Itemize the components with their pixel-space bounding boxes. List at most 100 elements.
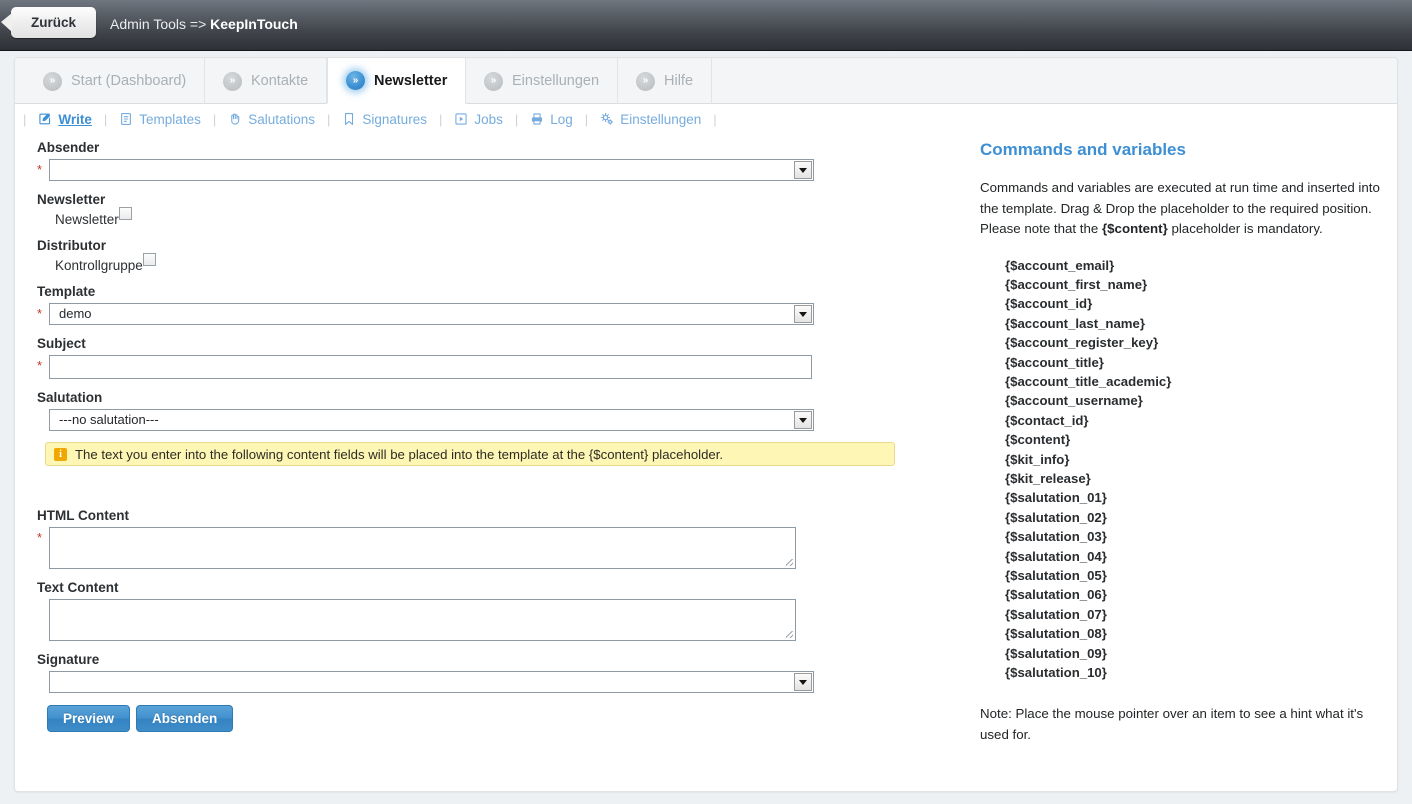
info-icon: i [54, 448, 67, 461]
submit-button[interactable]: Absenden [136, 705, 233, 732]
variable-item[interactable]: {$salutation_10} [1005, 663, 1380, 682]
play-box-icon [454, 112, 468, 126]
variable-item[interactable]: {$account_first_name} [1005, 275, 1380, 294]
variable-item[interactable]: {$account_title} [1005, 353, 1380, 372]
html-content-textarea[interactable] [49, 527, 796, 569]
html-content-label: HTML Content [37, 508, 905, 523]
subnav-label: Templates [139, 112, 201, 127]
newsletter-checkbox-row[interactable]: Newsletter [55, 211, 905, 228]
commands-panel-note: Note: Place the mouse pointer over an it… [980, 704, 1380, 745]
breadcrumb: Admin Tools => KeepInTouch [110, 16, 298, 32]
variable-item[interactable]: {$kit_info} [1005, 450, 1380, 469]
subnav-label: Signatures [362, 112, 427, 127]
subnav-log[interactable]: Log [518, 112, 585, 127]
variable-item[interactable]: {$content} [1005, 430, 1380, 449]
salutation-row: ---no salutation--- [25, 409, 905, 431]
subnav-divider: | [713, 112, 716, 127]
template-page-icon [119, 112, 133, 126]
variable-item[interactable]: {$salutation_01} [1005, 488, 1380, 507]
subnav-label: Write [58, 112, 92, 127]
commands-and-variables-panel: Commands and variables Commands and vari… [980, 140, 1380, 745]
subnav-templates[interactable]: Templates [107, 112, 213, 127]
variable-item[interactable]: {$salutation_05} [1005, 566, 1380, 585]
subnav-signatures[interactable]: Signatures [330, 112, 439, 127]
signature-select[interactable] [49, 671, 814, 693]
variable-item[interactable]: {$account_id} [1005, 294, 1380, 313]
chevron-down-icon[interactable] [794, 411, 812, 429]
variable-item[interactable]: {$contact_id} [1005, 411, 1380, 430]
printer-icon [530, 112, 544, 126]
kontrollgruppe-checkbox-label: Kontrollgruppe [55, 257, 143, 274]
variable-item[interactable]: {$salutation_09} [1005, 644, 1380, 663]
kontrollgruppe-checkbox[interactable] [143, 253, 156, 266]
variable-item[interactable]: {$account_username} [1005, 391, 1380, 410]
absender-label: Absender [37, 140, 905, 155]
tab-kontakte[interactable]: »Kontakte [205, 58, 327, 104]
kontrollgruppe-checkbox-row[interactable]: Kontrollgruppe [55, 257, 905, 274]
chevron-bullet-icon: » [223, 72, 242, 91]
signature-row [25, 671, 905, 693]
required-marker: * [37, 303, 49, 325]
chevron-bullet-icon: » [43, 72, 62, 91]
variable-item[interactable]: {$salutation_06} [1005, 585, 1380, 604]
variable-item[interactable]: {$salutation_04} [1005, 547, 1380, 566]
text-content-label: Text Content [37, 580, 905, 595]
template-select-value: demo [50, 304, 92, 324]
required-marker: * [37, 159, 49, 181]
subnav-jobs[interactable]: Jobs [442, 112, 515, 127]
sub-navigation: |Write|Templates|Salutations|Signatures|… [15, 104, 1398, 134]
variable-item[interactable]: {$account_title_academic} [1005, 372, 1380, 391]
variable-item[interactable]: {$account_last_name} [1005, 314, 1380, 333]
bookmark-icon [342, 112, 356, 126]
newsletter-checkbox[interactable] [119, 207, 132, 220]
commands-panel-description: Commands and variables are executed at r… [980, 178, 1380, 240]
required-marker: * [37, 527, 49, 549]
back-button[interactable]: Zurück [11, 7, 96, 38]
subject-input[interactable] [49, 355, 812, 379]
text-content-textarea[interactable] [49, 599, 796, 641]
signature-label: Signature [37, 652, 905, 667]
app-header: Zurück Admin Tools => KeepInTouch [0, 0, 1412, 51]
salutation-label: Salutation [37, 390, 905, 405]
content-panel: »Start (Dashboard)»Kontakte»Newsletter»E… [14, 57, 1398, 792]
absender-select[interactable] [49, 159, 814, 181]
salutation-select[interactable]: ---no salutation--- [49, 409, 814, 431]
subnav-label: Einstellungen [620, 112, 701, 127]
subnav-salutations[interactable]: Salutations [216, 112, 327, 127]
variable-list: {$account_email}{$account_first_name}{$a… [1005, 256, 1380, 683]
subnav-write[interactable]: Write [26, 112, 104, 127]
variable-item[interactable]: {$account_email} [1005, 256, 1380, 275]
subnav-label: Jobs [474, 112, 503, 127]
tab-label: Hilfe [664, 73, 693, 89]
variable-item[interactable]: {$salutation_07} [1005, 605, 1380, 624]
variable-item[interactable]: {$kit_release} [1005, 469, 1380, 488]
chevron-down-icon[interactable] [794, 161, 812, 179]
chevron-down-icon[interactable] [794, 305, 812, 323]
preview-button[interactable]: Preview [47, 705, 130, 732]
html-content-input[interactable] [50, 528, 795, 568]
text-content-row [25, 599, 905, 641]
chevron-down-icon[interactable] [794, 673, 812, 691]
absender-row: * [25, 159, 905, 181]
variable-item[interactable]: {$salutation_03} [1005, 527, 1380, 546]
breadcrumb-prefix: Admin Tools => [110, 16, 206, 32]
breadcrumb-current: KeepInTouch [210, 16, 298, 32]
subnav-einstellungen[interactable]: Einstellungen [588, 112, 713, 127]
subnav-label: Log [550, 112, 573, 127]
tab-newsletter[interactable]: »Newsletter [327, 58, 466, 104]
variable-item[interactable]: {$salutation_08} [1005, 624, 1380, 643]
variable-item[interactable]: {$salutation_02} [1005, 508, 1380, 527]
main-tab-bar: »Start (Dashboard)»Kontakte»Newsletter » E… [15, 58, 1398, 104]
form-action-bar: Preview Absenden [47, 705, 905, 732]
template-select[interactable]: demo [49, 303, 814, 325]
subnav-label: Salutations [248, 112, 315, 127]
info-notice-text: The text you enter into the following co… [75, 447, 723, 462]
tab-start-dashboard[interactable]: »Start (Dashboard) [25, 58, 205, 104]
variable-item[interactable]: {$account_register_key} [1005, 333, 1380, 352]
distributor-group-label: Distributor [37, 238, 905, 253]
tab-hilfe[interactable]: »Hilfe [618, 58, 712, 104]
tab-label: Einstellungen [512, 73, 599, 89]
chevron-bullet-icon: » [484, 72, 503, 91]
text-content-input[interactable] [50, 600, 795, 640]
tab-einstellungen[interactable]: » Einstellungen [466, 58, 618, 104]
